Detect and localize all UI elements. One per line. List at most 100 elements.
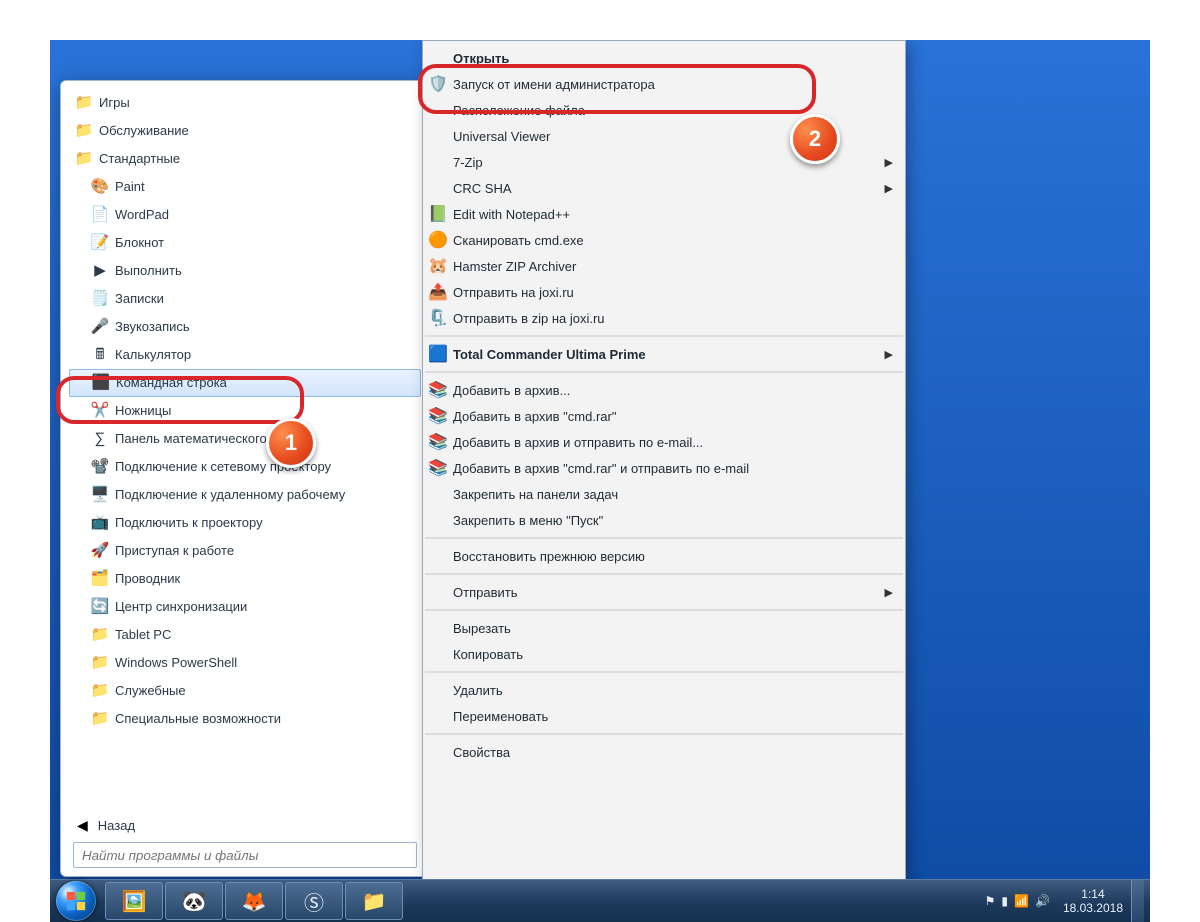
start-menu-item[interactable]: 🖥️Подключение к удаленному рабочему bbox=[69, 481, 421, 509]
context-menu-separator bbox=[425, 733, 903, 735]
start-menu-item[interactable]: 📽️Подключение к сетевому проектору bbox=[69, 453, 421, 481]
start-menu-item[interactable]: 📁Windows PowerShell bbox=[69, 649, 421, 677]
start-menu-back[interactable]: ◀ Назад bbox=[65, 811, 425, 842]
context-menu-item[interactable]: 🛡️Запуск от имени администратора bbox=[423, 71, 905, 97]
system-tray[interactable]: ⚑ ▮ 📶 🔊 1:14 18.03.2018 bbox=[982, 887, 1123, 915]
start-menu-item[interactable]: 📁Обслуживание bbox=[69, 117, 421, 145]
start-menu-item[interactable]: 🖩Калькулятор bbox=[69, 341, 421, 369]
desktop: 📁Игры📁Обслуживание📁Стандартные🎨Paint📄Wor… bbox=[50, 40, 1150, 922]
context-menu-item[interactable]: Копировать bbox=[423, 641, 905, 667]
taskbar-button-app-skype[interactable]: Ⓢ bbox=[285, 882, 343, 920]
start-menu-item[interactable]: 🎤Звукозапись bbox=[69, 313, 421, 341]
start-menu-item[interactable]: 🗒️Записки bbox=[69, 285, 421, 313]
context-menu-item[interactable]: 📤Отправить на joxi.ru bbox=[423, 279, 905, 305]
start-menu-item-label: Tablet PC bbox=[115, 625, 171, 645]
context-menu-item[interactable]: 🗜️Отправить в zip на joxi.ru bbox=[423, 305, 905, 331]
start-menu-item-label: Специальные возможности bbox=[115, 709, 281, 729]
context-menu-item[interactable]: Переименовать bbox=[423, 703, 905, 729]
start-menu-item[interactable]: ⬛Командная строка bbox=[69, 369, 421, 397]
start-menu-item[interactable]: ∑Панель математического ввода bbox=[69, 425, 421, 453]
context-menu-item[interactable]: Восстановить прежнюю версию bbox=[423, 543, 905, 569]
app-unknown-icon: 🖼️ bbox=[122, 889, 147, 914]
start-menu-item[interactable]: 🔄Центр синхронизации bbox=[69, 593, 421, 621]
show-desktop-button[interactable] bbox=[1131, 880, 1144, 922]
context-menu-item[interactable]: 📗Edit with Notepad++ bbox=[423, 201, 905, 227]
start-button[interactable] bbox=[56, 881, 96, 921]
context-menu-item[interactable]: 🟦Total Commander Ultima Prime▶ bbox=[423, 341, 905, 367]
context-menu-item[interactable]: 📚Добавить в архив... bbox=[423, 377, 905, 403]
submenu-arrow-icon: ▶ bbox=[885, 586, 893, 599]
start-menu-item[interactable]: 📁 Tablet PC bbox=[69, 621, 421, 649]
start-menu-item-label: Подключить к проектору bbox=[115, 513, 263, 533]
submenu-arrow-icon: ▶ bbox=[885, 156, 893, 169]
cmd-icon: ⬛ bbox=[92, 374, 110, 392]
start-menu-item-label: Приступая к работе bbox=[115, 541, 234, 561]
context-menu-item[interactable]: 📚Добавить в архив и отправить по e-mail.… bbox=[423, 429, 905, 455]
context-menu-item[interactable]: Вырезать bbox=[423, 615, 905, 641]
search-input[interactable] bbox=[73, 842, 417, 868]
context-menu-item-label: Вырезать bbox=[453, 621, 893, 636]
folder-icon: 📁 bbox=[91, 626, 109, 644]
start-menu-item[interactable]: 📁Специальные возможности bbox=[69, 705, 421, 733]
start-menu-item[interactable]: 📁Игры bbox=[69, 89, 421, 117]
context-menu-item[interactable]: Открыть bbox=[423, 45, 905, 71]
folder-icon: 📁 bbox=[91, 682, 109, 700]
context-menu-item[interactable]: Отправить▶ bbox=[423, 579, 905, 605]
taskbar-button-app-panda[interactable]: 🐼 bbox=[165, 882, 223, 920]
tray-icon[interactable]: ⚑ bbox=[985, 894, 996, 908]
context-menu-item[interactable]: 📚Добавить в архив "cmd.rar" и отправить … bbox=[423, 455, 905, 481]
start-menu-item-label: Выполнить bbox=[115, 261, 182, 281]
context-menu-item[interactable]: 🐹Hamster ZIP Archiver bbox=[423, 253, 905, 279]
tray-icon[interactable]: 📶 bbox=[1014, 894, 1029, 908]
start-menu-item[interactable]: 📁Стандартные bbox=[69, 145, 421, 173]
context-menu-item-label: Добавить в архив... bbox=[453, 383, 893, 398]
context-menu-item[interactable]: 📚Добавить в архив "cmd.rar" bbox=[423, 403, 905, 429]
winrar-icon: 📚 bbox=[423, 406, 453, 426]
context-menu-item-label: Сканировать cmd.exe bbox=[453, 233, 893, 248]
context-menu-item-label: Отправить на joxi.ru bbox=[453, 285, 893, 300]
submenu-arrow-icon: ▶ bbox=[885, 182, 893, 195]
start-menu-item[interactable]: 🗂️Проводник bbox=[69, 565, 421, 593]
start-menu-item-label: WordPad bbox=[115, 205, 169, 225]
context-menu-item-label: Расположение файла bbox=[453, 103, 893, 118]
joxi-zip-icon: 🗜️ bbox=[423, 308, 453, 328]
start-menu-item[interactable]: ▶Выполнить bbox=[69, 257, 421, 285]
start-menu-item[interactable]: ✂️Ножницы bbox=[69, 397, 421, 425]
context-menu-item[interactable]: CRC SHA▶ bbox=[423, 175, 905, 201]
context-menu-item[interactable]: Расположение файла bbox=[423, 97, 905, 123]
tray-icon[interactable]: 🔊 bbox=[1035, 894, 1050, 908]
start-menu-item[interactable]: 📄WordPad bbox=[69, 201, 421, 229]
start-menu-item-label: Записки bbox=[115, 289, 164, 309]
context-menu-item[interactable]: Закрепить в меню "Пуск" bbox=[423, 507, 905, 533]
context-menu-item[interactable]: Свойства bbox=[423, 739, 905, 765]
taskbar-button-app-firefox[interactable]: 🦊 bbox=[225, 882, 283, 920]
tray-icon[interactable]: ▮ bbox=[1001, 894, 1008, 908]
folder-icon: 📁 bbox=[75, 150, 93, 168]
context-menu-separator bbox=[425, 573, 903, 575]
context-menu-item-label: Запуск от имени администратора bbox=[453, 77, 893, 92]
context-menu-item[interactable]: Закрепить на панели задач bbox=[423, 481, 905, 507]
context-menu-separator bbox=[425, 371, 903, 373]
start-menu-item[interactable]: 🎨Paint bbox=[69, 173, 421, 201]
start-menu-item[interactable]: 📺Подключить к проектору bbox=[69, 509, 421, 537]
start-menu-item-label: Центр синхронизации bbox=[115, 597, 247, 617]
start-menu-item[interactable]: 📁Служебные bbox=[69, 677, 421, 705]
start-menu-item-label: Ножницы bbox=[115, 401, 171, 421]
taskbar-button-app-unknown[interactable]: 🖼️ bbox=[105, 882, 163, 920]
context-menu-item[interactable]: 7-Zip▶ bbox=[423, 149, 905, 175]
start-menu-item[interactable]: 📝Блокнот bbox=[69, 229, 421, 257]
taskbar-button-app-explorer[interactable]: 📁 bbox=[345, 882, 403, 920]
start-menu-item-label: Звукозапись bbox=[115, 317, 190, 337]
context-menu-item-label: Universal Viewer bbox=[453, 129, 893, 144]
tray-clock[interactable]: 1:14 18.03.2018 bbox=[1063, 887, 1123, 915]
start-menu-item[interactable]: 🚀Приступая к работе bbox=[69, 537, 421, 565]
app-explorer-icon: 📁 bbox=[362, 889, 387, 914]
taskbar: 🖼️ 🐼🦊Ⓢ 📁 ⚑ ▮ 📶 🔊 1:14 18.03.2018 bbox=[50, 879, 1150, 922]
projector-icon: 📽️ bbox=[91, 458, 109, 476]
context-menu-item[interactable]: Universal Viewer bbox=[423, 123, 905, 149]
context-menu-item[interactable]: 🟠Сканировать cmd.exe bbox=[423, 227, 905, 253]
context-menu-item-label: Открыть bbox=[453, 51, 893, 66]
context-menu-item[interactable]: Удалить bbox=[423, 677, 905, 703]
rdp-icon: 🖥️ bbox=[91, 486, 109, 504]
context-menu-item-label: Добавить в архив "cmd.rar" и отправить п… bbox=[453, 461, 893, 476]
